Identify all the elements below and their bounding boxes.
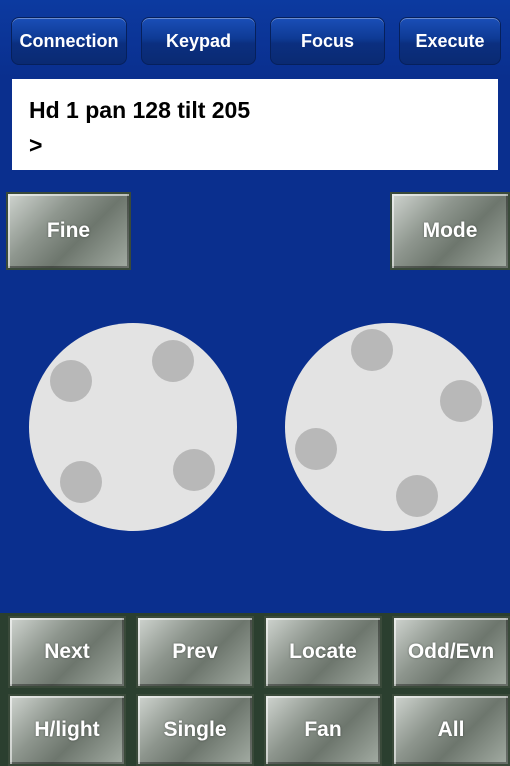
dial-knob bbox=[152, 340, 194, 382]
tilt-dial[interactable] bbox=[285, 323, 493, 531]
dial-knob bbox=[60, 461, 102, 503]
odd-even-button[interactable]: Odd/Evn bbox=[392, 616, 510, 688]
status-display: Hd 1 pan 128 tilt 205 > bbox=[12, 79, 498, 170]
dial-knob bbox=[173, 449, 215, 491]
dial-knob bbox=[351, 329, 393, 371]
focus-button[interactable]: Focus bbox=[270, 17, 385, 65]
single-button[interactable]: Single bbox=[136, 694, 254, 766]
locate-button[interactable]: Locate bbox=[264, 616, 382, 688]
status-line: Hd 1 pan 128 tilt 205 bbox=[29, 97, 251, 123]
dial-knob bbox=[50, 360, 92, 402]
prompt-line: > bbox=[29, 132, 43, 158]
connection-button[interactable]: Connection bbox=[11, 17, 127, 65]
execute-button[interactable]: Execute bbox=[399, 17, 501, 65]
highlight-button[interactable]: H/light bbox=[8, 694, 126, 766]
all-button[interactable]: All bbox=[392, 694, 510, 766]
top-nav-bar: Connection Keypad Focus Execute bbox=[0, 0, 510, 77]
mode-button[interactable]: Mode bbox=[390, 192, 510, 270]
keypad-button[interactable]: Keypad bbox=[141, 17, 256, 65]
fan-button[interactable]: Fan bbox=[264, 694, 382, 766]
fine-button[interactable]: Fine bbox=[6, 192, 131, 270]
dial-knob bbox=[396, 475, 438, 517]
next-button[interactable]: Next bbox=[8, 616, 126, 688]
dial-knob bbox=[295, 428, 337, 470]
prev-button[interactable]: Prev bbox=[136, 616, 254, 688]
pan-dial[interactable] bbox=[29, 323, 237, 531]
dial-knob bbox=[440, 380, 482, 422]
